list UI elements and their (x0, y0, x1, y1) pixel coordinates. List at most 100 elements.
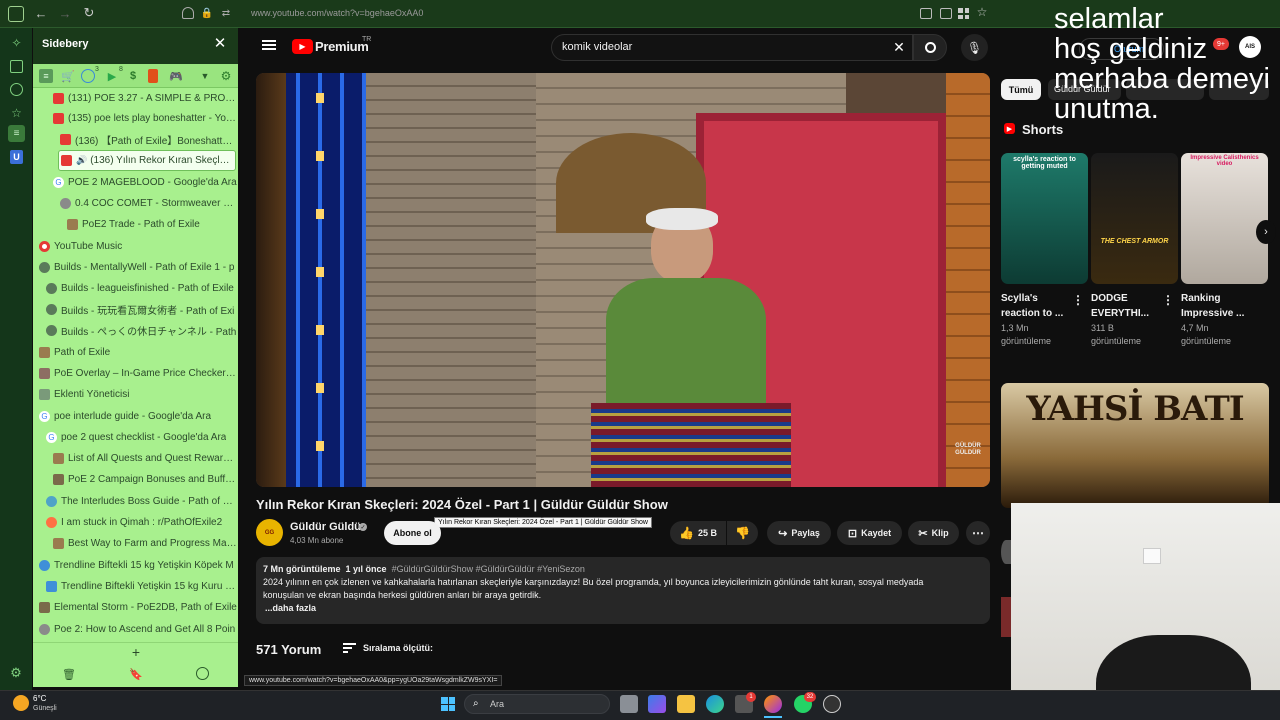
close-icon[interactable]: ✕ (211, 34, 229, 52)
tab-item[interactable]: (131) POE 3.27 - A SIMPLE & PROFITA (53, 88, 237, 109)
pip-icon[interactable] (920, 8, 932, 19)
tab-item[interactable]: Builds - ぺっくの休日チャンネル - Path (46, 320, 237, 341)
weather-sun-icon[interactable] (13, 695, 29, 711)
youtube-logo-icon[interactable]: ▶ (292, 39, 313, 54)
rec-thumb-2[interactable] (1001, 597, 1011, 637)
sort-button[interactable]: Sıralama ölçütü: (363, 643, 433, 653)
lock-icon[interactable]: 🔒 (201, 7, 213, 19)
panel-gamepad-icon[interactable]: 🎮 (169, 69, 183, 83)
short-thumbnail[interactable]: THE CHEST ARMOR (1091, 153, 1178, 284)
tab-item[interactable]: List of All Quests and Quest Rewards | (53, 448, 237, 469)
bitwarden-icon[interactable]: U (10, 150, 23, 164)
panel-dollar-icon[interactable]: $ (127, 69, 139, 83)
tab-item[interactable]: Gpoe 2 quest checklist - Google'da Ara (46, 427, 237, 448)
windows-start-icon[interactable] (441, 697, 455, 711)
permissions-icon[interactable]: ⇄ (220, 7, 232, 19)
settings-gear-icon[interactable]: ⚙ (9, 665, 23, 680)
weather-temp[interactable]: 6°C (33, 694, 46, 703)
panel-tabs-icon[interactable]: ≡ (39, 69, 53, 83)
new-tab-plus-icon[interactable]: + (129, 644, 143, 660)
panel-settings-icon[interactable]: ⚙ (219, 69, 233, 83)
tracking-shield-icon[interactable] (182, 7, 194, 19)
bookmarks-icon[interactable]: ☆ (10, 106, 23, 120)
tab-item[interactable]: Path of Exile (39, 342, 237, 363)
forward-icon[interactable]: → (58, 5, 72, 21)
panel-doc-icon[interactable] (148, 69, 158, 83)
sidebar-toggle-icon[interactable] (8, 6, 24, 22)
short-thumbnail[interactable]: Impressive Calisthenics video (1181, 153, 1268, 284)
tab-item[interactable]: Builds - 玩玩看瓦爾女術者 - Path of Exi (46, 299, 237, 320)
dislike-button[interactable]: 👎 (727, 521, 758, 545)
edge-icon[interactable] (706, 695, 724, 713)
description-box[interactable]: 7 Mn görüntüleme 1 yıl önce #GüldürGüldü… (256, 557, 990, 624)
tab-item[interactable]: Gpoe interlude guide - Google'da Ara (39, 406, 237, 427)
tab-item[interactable]: Best Way to Farm and Progress Mapp (53, 533, 237, 554)
clip-button[interactable]: ✂ Klip (908, 521, 959, 545)
tab-item[interactable]: PoE2 Trade - Path of Exile (67, 214, 237, 235)
taskbar-search[interactable]: ⌕ Ara (464, 694, 610, 714)
tab-item[interactable]: G POE 2 MAGEBLOOD - Google'da Ara (53, 172, 237, 193)
audio-playing-icon[interactable]: 🔊 (76, 155, 87, 166)
microphone-icon[interactable]: 🎙 (961, 34, 988, 61)
chevron-down-icon[interactable]: ▼ (199, 69, 211, 83)
clear-search-icon[interactable]: ✕ (891, 39, 907, 55)
tab-item[interactable]: Elemental Storm - PoE2DB, Path of Exile (39, 597, 237, 618)
app-icon[interactable] (823, 695, 841, 713)
short-menu-icon[interactable]: ⋮ (1072, 293, 1084, 307)
extensions-grid-icon[interactable] (958, 8, 969, 19)
short-thumbnail[interactable]: scylla's reaction to getting muted (1001, 153, 1088, 284)
tab-item[interactable]: (135) poe lets play boneshatter - YouT (53, 108, 237, 129)
trash-icon[interactable]: 🗑 (62, 667, 76, 681)
tab-item[interactable]: Builds - leagueisfinished - Path of Exil… (46, 278, 237, 299)
sort-icon[interactable] (343, 643, 356, 653)
panel-circle-icon[interactable] (81, 69, 95, 83)
panel-play-icon[interactable]: ▶ (105, 69, 119, 83)
tab-item[interactable]: I am stuck in Qimah : r/PathOfExile2 (46, 512, 237, 533)
firefox-icon[interactable] (764, 695, 782, 713)
tab-item[interactable]: 0.4 COC COMET - Stormweaver @ar (60, 193, 237, 214)
share-button[interactable]: ↪ Paylaş (767, 521, 831, 545)
reload-icon[interactable]: ↻ (82, 5, 96, 21)
tabs-panel-icon[interactable] (10, 60, 23, 73)
bookmark-icon[interactable]: 🔖 (129, 667, 143, 681)
tab-item[interactable]: Trendline Biftekli 15 kg Yetişkin Köpek … (39, 555, 237, 576)
ai-chat-icon[interactable]: ✧ (10, 36, 23, 50)
weather-desc[interactable]: Güneşli (33, 705, 57, 712)
hashtags[interactable]: #GüldürGüldürShow #GüldürGüldür #YeniSez… (392, 564, 585, 574)
youtube-premium-logo[interactable]: Premium (315, 39, 369, 54)
back-icon[interactable]: ← (34, 5, 48, 21)
video-player[interactable]: GÜLDÜR GÜLDÜR (256, 73, 990, 487)
short-title[interactable]: Ranking Impressive ... (1181, 291, 1244, 321)
rec-avatar[interactable] (1001, 540, 1011, 564)
task-view-icon[interactable] (620, 695, 638, 713)
tab-item[interactable]: PoE Overlay – In-Game Price Checker for (39, 363, 237, 384)
copilot-icon[interactable] (648, 695, 666, 713)
bookmark-star-icon[interactable]: ☆ (976, 5, 988, 19)
hamburger-menu-icon[interactable] (262, 38, 276, 52)
tab-item-active[interactable]: 🔊 (136) Yılın Rekor Kıran Skeçleri: 20 (58, 150, 236, 171)
tab-item[interactable]: The Interludes Boss Guide - Path of Exil (46, 491, 237, 512)
save-button[interactable]: ⊡ Kaydet (837, 521, 902, 545)
channel-avatar[interactable]: GG (256, 519, 283, 546)
subscribe-button[interactable]: Abone ol (384, 521, 441, 545)
short-title[interactable]: DODGE EVERYTHI... (1091, 291, 1149, 321)
like-button[interactable]: 👍 25 B (670, 521, 726, 545)
panel-shop-icon[interactable]: 🛒 (61, 69, 75, 83)
shorts-next-icon[interactable]: › (1256, 220, 1276, 244)
tab-item[interactable]: Trendline Biftekli Yetişkin 15 kg Kuru K… (46, 576, 237, 597)
url-field[interactable]: www.youtube.com/watch?v=bgehaeOxAA0 (251, 8, 851, 18)
short-menu-icon[interactable]: ⋮ (1162, 293, 1174, 307)
tab-item[interactable]: Poe 2: How to Ascend and Get All 8 Poin (39, 619, 237, 640)
recommended-thumbnail[interactable]: YAHSİ BATI (1001, 383, 1269, 508)
file-explorer-icon[interactable] (677, 695, 695, 713)
history-icon[interactable] (10, 83, 23, 96)
tab-item[interactable]: Builds - MentallyWell - Path of Exile 1 … (39, 257, 237, 278)
sidebery-icon[interactable]: ≡ (8, 125, 25, 142)
search-button[interactable] (913, 34, 947, 61)
tab-item[interactable]: PoE 2 Campaign Bonuses and Buffs: N (53, 469, 237, 490)
tab-item[interactable]: (136) 【Path of Exile】Boneshatter Ju (60, 129, 237, 150)
tab-item[interactable]: YouTube Music (39, 236, 237, 257)
search-input[interactable]: komik videolar ✕ (551, 34, 913, 61)
short-title[interactable]: Scylla's reaction to ... (1001, 291, 1063, 321)
chip-all[interactable]: Tümü (1001, 79, 1041, 100)
